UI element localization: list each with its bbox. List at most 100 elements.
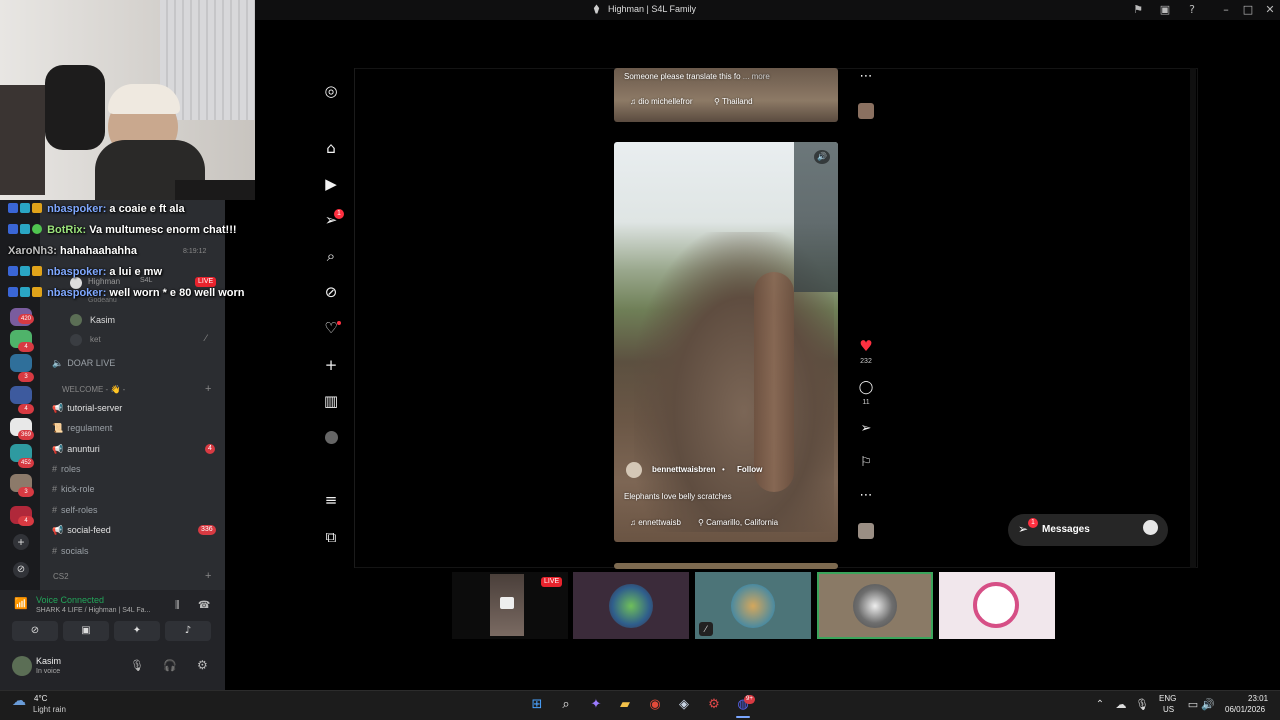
flag-icon[interactable]: ⚑ (1131, 3, 1145, 17)
create-plus-icon[interactable]: + (322, 356, 340, 374)
steam-icon[interactable]: ◈ (675, 696, 693, 714)
volume-icon[interactable]: 🔊 (814, 150, 830, 164)
voice-user-name[interactable]: Kasim (90, 315, 115, 325)
participant-tile-speaking[interactable] (817, 572, 933, 639)
windows-start-icon[interactable]: ⊞ (528, 696, 546, 714)
avatar[interactable] (626, 462, 642, 478)
also-from-meta-icon[interactable]: ⧉ (322, 528, 340, 546)
reel-username[interactable]: bennettwaisbren (652, 465, 716, 474)
reel-current[interactable]: 🔊 bennettwaisbren • Follow Elephants lov… (614, 142, 838, 542)
soundboard-button[interactable]: ♪ (165, 621, 211, 641)
home-icon[interactable]: ⌂ (322, 139, 340, 157)
search-icon[interactable]: ⌕ (322, 247, 340, 265)
server-badge: 3 (18, 372, 34, 382)
avatar[interactable] (12, 656, 32, 676)
cloud-sync-icon[interactable]: ☁ (1112, 696, 1130, 714)
channel-doar-live[interactable]: 🔈 DOAR LIVE (52, 358, 115, 369)
add-channel-icon[interactable]: + (205, 570, 211, 582)
help-icon[interactable]: ? (1185, 3, 1199, 17)
follow-button[interactable]: Follow (737, 465, 762, 474)
server-icon[interactable] (10, 354, 32, 372)
copilot-icon[interactable]: ✦ (587, 696, 605, 714)
channel-social-feed[interactable]: 📢 social-feed (52, 525, 111, 536)
voice-status[interactable]: Voice Connected (36, 595, 104, 605)
instagram-logo-icon[interactable]: ◎ (322, 82, 340, 100)
add-channel-icon[interactable]: + (205, 383, 211, 395)
headphones-icon[interactable]: 🎧 (163, 659, 177, 672)
screen-share-icon[interactable]: ▣ (1158, 3, 1172, 17)
search-icon[interactable]: ⌕ (557, 696, 575, 714)
app-icon[interactable]: ⚙ (705, 696, 723, 714)
weather-desc[interactable]: Light rain (33, 705, 66, 714)
category-cs2[interactable]: CS2 (53, 572, 69, 581)
close-button[interactable]: ✕ (1263, 3, 1277, 17)
chat-timestamp: 8:19:12 (183, 248, 207, 255)
clock-date[interactable]: 06/01/2026 (1225, 705, 1265, 714)
disconnect-icon[interactable]: ☎ (198, 600, 210, 611)
voice-channel-name[interactable]: SHARK 4 LIFE / Highman | S4L Fa... (36, 607, 150, 614)
channel-self-roles[interactable]: # self-roles (52, 505, 98, 515)
share-send-icon[interactable]: ➢ (858, 421, 874, 437)
audio-label[interactable]: ♫ ennettwaisb (630, 518, 681, 527)
minimize-button[interactable]: – (1219, 3, 1233, 17)
noise-suppression-icon[interactable]: ⫼ (175, 600, 180, 611)
voice-user-name[interactable]: Highman (88, 277, 120, 286)
messages-badge: 1 (1028, 518, 1038, 528)
channel-roles[interactable]: # roles (52, 464, 81, 474)
channel-tutorial-server[interactable]: 📢 tutorial-server (52, 403, 122, 414)
location-label[interactable]: ⚲ Thailand (714, 97, 753, 106)
user-status: In voice (36, 668, 61, 675)
notification-badge: 1 (334, 209, 344, 219)
weather-icon[interactable]: ☁ (12, 693, 26, 709)
camera-off-button[interactable]: ⊘ (12, 621, 58, 641)
microphone-icon[interactable]: 🎙 (1133, 696, 1151, 714)
channel-kick-role[interactable]: # kick-role (52, 484, 95, 494)
chrome-icon[interactable]: ◉ (646, 696, 664, 714)
channel-anunturi[interactable]: 📢 anunturi (52, 444, 100, 455)
voice-user-name[interactable]: ket (90, 335, 101, 344)
comment-icon[interactable]: ◯ (858, 380, 874, 396)
participant-tile[interactable] (939, 572, 1055, 639)
screen-share-button[interactable]: ▣ (63, 621, 109, 641)
settings-gear-icon[interactable]: ⚙ (197, 658, 208, 672)
reel-previous[interactable]: Someone please translate this fo ... mor… (614, 68, 838, 122)
channel-regulament[interactable]: 📜 regulament (52, 423, 112, 434)
more-options-icon[interactable]: ⋯ (858, 69, 874, 85)
explore-compass-icon[interactable]: ⊘ (322, 283, 340, 301)
reel-next[interactable] (614, 563, 838, 569)
save-bookmark-icon[interactable]: ⚐ (858, 455, 874, 471)
server-badge: 4 (18, 342, 34, 352)
server-icon[interactable] (10, 386, 32, 404)
weather-temp[interactable]: 4°C (34, 694, 47, 703)
explore-icon[interactable]: ⊘ (13, 562, 29, 578)
add-server-icon[interactable]: + (13, 534, 29, 550)
scrollbar[interactable] (1190, 68, 1196, 568)
reels-icon[interactable]: ▶ (322, 175, 340, 193)
activities-button[interactable]: ✦ (114, 621, 160, 641)
clock-time[interactable]: 23:01 (1248, 694, 1268, 703)
like-heart-icon[interactable]: ♥ (858, 338, 874, 354)
participant-tile[interactable]: ⁄ (695, 572, 811, 639)
category-welcome[interactable]: WELCOME - 👋 - (62, 385, 125, 394)
profile-avatar[interactable] (325, 431, 338, 444)
webcam-overlay (0, 0, 255, 200)
language-top[interactable]: ENG (1159, 694, 1176, 703)
language-bottom[interactable]: US (1163, 705, 1174, 714)
audio-thumbnail[interactable] (858, 523, 874, 539)
participant-tile[interactable] (573, 572, 689, 639)
avatar (853, 584, 897, 628)
audio-label[interactable]: ♫ dio michellefror (630, 97, 692, 106)
chevron-up-icon[interactable]: ⌃ (1091, 696, 1109, 714)
maximize-button[interactable]: □ (1241, 3, 1255, 17)
channel-socials[interactable]: # socials (52, 546, 89, 556)
menu-icon[interactable]: ≡ (322, 491, 340, 509)
microphone-icon[interactable]: 🎙 (130, 659, 144, 672)
location-label[interactable]: ⚲ Camarillo, California (698, 518, 778, 527)
badge-icon (8, 287, 18, 297)
audio-thumbnail[interactable] (858, 103, 874, 119)
stream-thumbnail[interactable]: LIVE (452, 572, 568, 639)
volume-icon[interactable]: 🔊 (1199, 696, 1217, 714)
file-explorer-icon[interactable]: ▰ (616, 696, 634, 714)
dashboard-icon[interactable]: ▥ (322, 392, 340, 410)
more-options-icon[interactable]: ⋯ (858, 488, 874, 504)
